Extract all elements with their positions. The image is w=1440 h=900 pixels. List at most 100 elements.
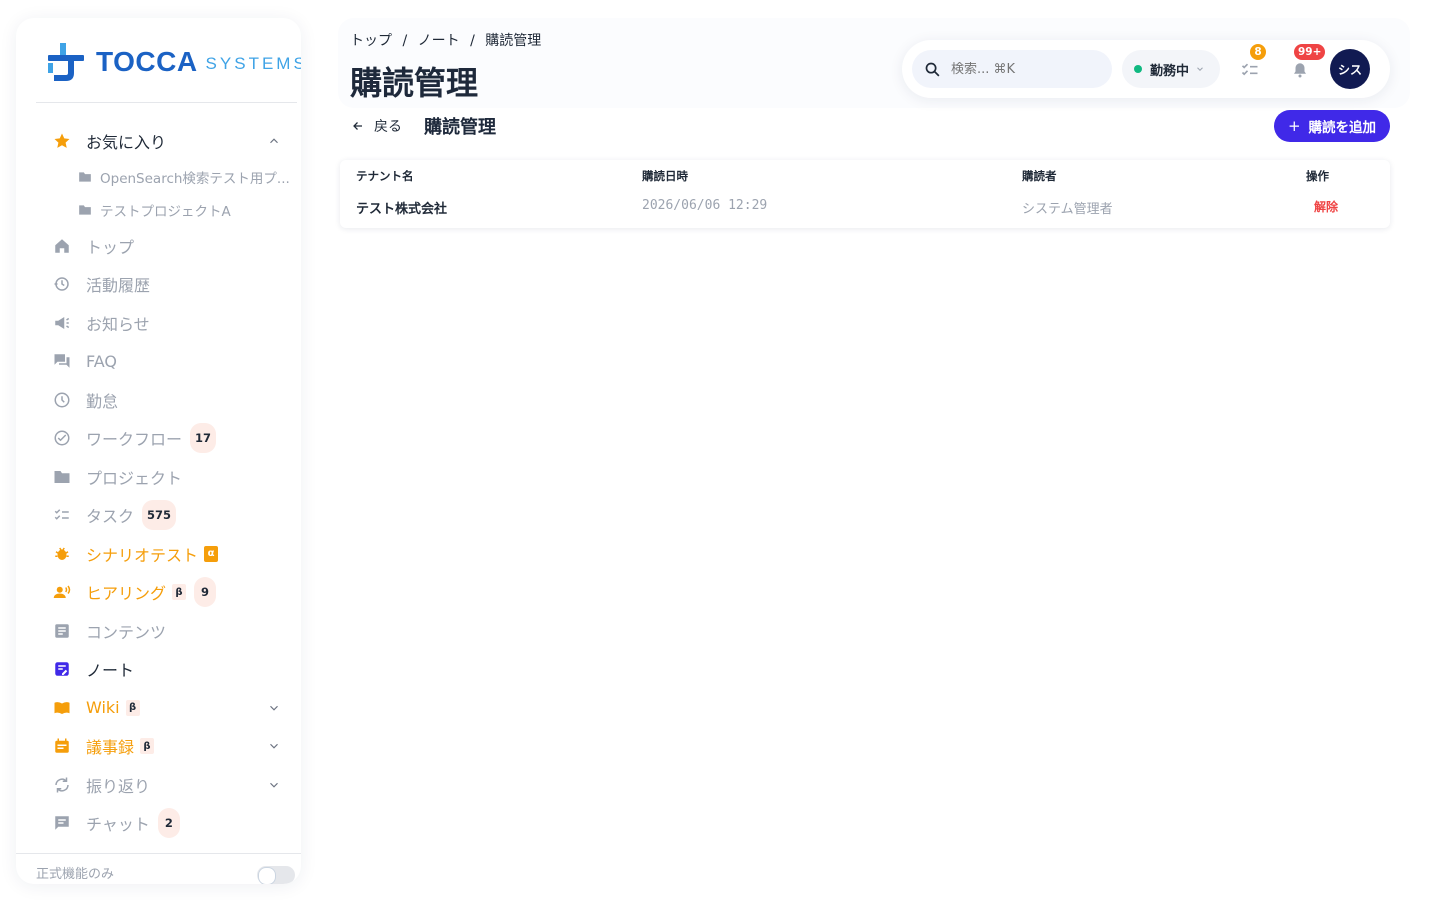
notifications-count-badge: 99+	[1294, 44, 1326, 60]
search-icon	[925, 62, 940, 76]
sidebar-item-projects[interactable]: プロジェクト	[16, 458, 301, 497]
favorite-item-project-a[interactable]: テストプロジェクトA	[16, 194, 301, 227]
breadcrumb-notes[interactable]: ノート	[418, 33, 460, 49]
sidebar-item-faq[interactable]: FAQ	[16, 342, 301, 381]
online-status-dot	[1134, 65, 1142, 73]
chevron-down-icon	[1197, 67, 1203, 71]
book-open-icon	[52, 698, 72, 718]
sidebar-item-label: ノート	[86, 661, 135, 681]
column-header-subscriber[interactable]: 購読者	[1022, 168, 1057, 184]
sidebar-item-label: FAQ	[86, 351, 117, 371]
chat-icon	[52, 813, 72, 833]
work-status-label: 勤務中	[1150, 63, 1190, 79]
sidebar-item-attendance[interactable]: 勤怠	[16, 381, 301, 420]
favorite-item-opensearch[interactable]: OpenSearch検索テスト用プ...	[16, 161, 301, 194]
tenant-name-cell: テスト株式会社	[356, 202, 448, 217]
sidebar-item-workflow[interactable]: ワークフロー 17	[16, 419, 301, 458]
sidebar-item-tasks[interactable]: タスク 575	[16, 496, 301, 535]
subscriptions-table: テナント名 購読日時 購読者 操作 テスト株式会社 2026/06/06 12:…	[340, 160, 1390, 228]
sidebar-item-hearing[interactable]: ヒアリング β 9	[16, 573, 301, 612]
sidebar-footer-divider	[16, 853, 301, 854]
search-box[interactable]	[912, 50, 1112, 88]
chevron-down-icon[interactable]	[267, 701, 281, 715]
bell-icon	[1294, 63, 1306, 78]
unsubscribe-button[interactable]: 解除	[1314, 198, 1338, 215]
official-only-toggle[interactable]	[257, 866, 295, 884]
sidebar-nav: お気に入り OpenSearch検索テスト用プ... テストプロジェクトA トッ…	[16, 122, 301, 843]
sidebar-divider	[36, 102, 297, 103]
subscribed-date-cell: 2026/06/06 12:29	[642, 198, 768, 213]
notifications-button[interactable]: 99+	[1286, 44, 1326, 84]
megaphone-icon	[52, 313, 72, 333]
breadcrumb-top[interactable]: トップ	[350, 33, 392, 49]
sidebar-item-wiki[interactable]: Wiki β	[16, 689, 301, 728]
work-status-dropdown[interactable]: 勤務中	[1122, 50, 1220, 88]
home-icon	[52, 236, 72, 256]
sidebar-item-label: コンテンツ	[86, 622, 167, 642]
breadcrumb-separator: /	[402, 33, 408, 49]
forum-icon	[52, 351, 72, 371]
sidebar-item-activity[interactable]: 活動履歴	[16, 265, 301, 304]
sidebar: TOCCA SYSTEMS お気に入り OpenSearch検索テスト用プ...…	[16, 18, 301, 884]
sidebar-item-label: お知らせ	[86, 314, 150, 334]
note-edit-icon	[52, 659, 72, 679]
workflow-count-badge: 17	[190, 423, 217, 454]
beta-tag: β	[172, 584, 187, 601]
search-input[interactable]	[951, 61, 1091, 77]
folder-icon	[79, 172, 91, 182]
add-subscription-label: 購読を追加	[1308, 120, 1377, 136]
chevron-up-icon[interactable]	[267, 134, 281, 148]
sidebar-item-top[interactable]: トップ	[16, 227, 301, 266]
brand-name: TOCCA	[96, 46, 198, 77]
page-header: トップ / ノート / 購読管理 購読管理 勤務中 8 99+	[338, 18, 1410, 108]
breadcrumb-current: 購読管理	[485, 33, 542, 49]
check-circle-icon	[52, 428, 72, 448]
sidebar-item-label: 議事録	[86, 738, 135, 758]
official-only-label: 正式機能のみ	[36, 867, 115, 882]
back-button[interactable]: 戻る	[352, 116, 402, 136]
subscriber-cell: システム管理者	[1022, 202, 1113, 217]
plus-icon: +	[1287, 117, 1301, 135]
column-header-actions: 操作	[1306, 169, 1329, 183]
section-title: 購読管理	[424, 117, 496, 138]
calendar-icon	[52, 736, 72, 756]
my-tasks-button[interactable]: 8	[1236, 44, 1266, 84]
sidebar-item-news[interactable]: お知らせ	[16, 304, 301, 343]
column-header-tenant[interactable]: テナント名	[356, 168, 414, 184]
sidebar-item-label: 勤怠	[86, 391, 119, 411]
sidebar-item-notes[interactable]: ノート	[16, 650, 301, 689]
chevron-down-icon[interactable]	[267, 778, 281, 792]
sidebar-item-label: 活動履歴	[86, 276, 151, 296]
sidebar-item-label: チャット	[86, 815, 150, 835]
sidebar-item-label: Wiki	[86, 698, 120, 718]
content-toolbar: 戻る 購読管理	[352, 110, 496, 142]
sidebar-item-favorites[interactable]: お気に入り	[16, 122, 301, 161]
user-avatar[interactable]: シス	[1330, 49, 1370, 89]
folder-icon	[79, 205, 91, 215]
sidebar-item-label: タスク	[86, 507, 135, 527]
sidebar-item-label: シナリオテスト	[86, 545, 199, 565]
sidebar-item-label: 振り返り	[86, 776, 151, 796]
chat-count-badge: 2	[157, 808, 180, 839]
hearing-count-badge: 9	[194, 577, 217, 608]
app-root: TOCCA SYSTEMS お気に入り OpenSearch検索テスト用プ...…	[0, 0, 1440, 900]
tasks-count-badge: 575	[142, 500, 177, 531]
sidebar-item-contents[interactable]: コンテンツ	[16, 612, 301, 651]
arrow-left-icon	[353, 122, 362, 130]
clock-icon	[52, 390, 72, 410]
brand-logo[interactable]: TOCCA SYSTEMS	[48, 42, 301, 82]
sidebar-item-chat[interactable]: チャット 2	[16, 804, 301, 843]
beta-tag: β	[125, 699, 140, 716]
sidebar-item-minutes[interactable]: 議事録 β	[16, 727, 301, 766]
voice-icon	[52, 582, 72, 602]
alpha-tag: α	[204, 545, 219, 562]
column-header-date[interactable]: 購読日時	[642, 168, 688, 184]
top-toolbar: 勤務中 8 99+ シス	[902, 40, 1390, 98]
sidebar-item-label: トップ	[86, 237, 135, 257]
add-subscription-button[interactable]: + 購読を追加	[1274, 110, 1390, 142]
refresh-icon	[52, 775, 72, 795]
sidebar-item-retrospective[interactable]: 振り返り	[16, 766, 301, 805]
sidebar-item-scenario-test[interactable]: シナリオテスト α	[16, 535, 301, 574]
logo-mark-icon	[48, 43, 84, 81]
chevron-down-icon[interactable]	[267, 739, 281, 753]
